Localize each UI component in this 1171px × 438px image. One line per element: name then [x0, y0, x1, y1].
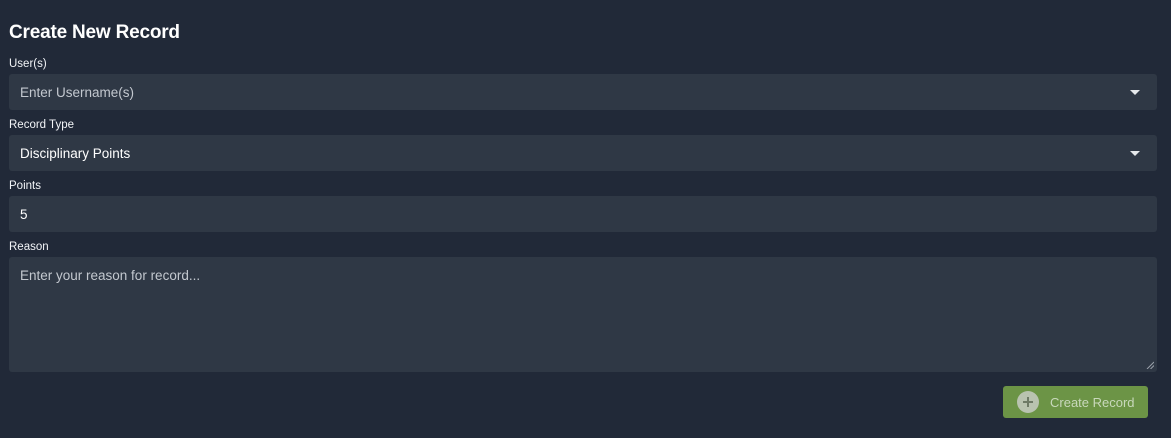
- points-value: 5: [20, 206, 28, 222]
- create-record-button[interactable]: Create Record: [1003, 386, 1148, 418]
- resize-handle-icon[interactable]: [1146, 361, 1154, 369]
- chevron-down-icon: [1130, 150, 1140, 156]
- record-type-select[interactable]: Disciplinary Points: [9, 135, 1157, 171]
- points-label: Points: [9, 180, 41, 192]
- reason-label: Reason: [9, 241, 49, 253]
- chevron-down-icon: [1130, 89, 1140, 95]
- users-label: User(s): [9, 58, 47, 70]
- create-record-label: Create Record: [1050, 394, 1135, 410]
- reason-textarea[interactable]: Enter your reason for record...: [9, 257, 1157, 372]
- record-type-value: Disciplinary Points: [20, 145, 131, 161]
- page-title: Create New Record: [9, 22, 180, 43]
- plus-circle-icon: [1017, 391, 1039, 413]
- record-type-label: Record Type: [9, 119, 74, 131]
- reason-placeholder: Enter your reason for record...: [20, 268, 201, 283]
- points-input[interactable]: 5: [9, 196, 1157, 232]
- users-select[interactable]: Enter Username(s): [9, 74, 1157, 110]
- users-placeholder: Enter Username(s): [20, 84, 135, 100]
